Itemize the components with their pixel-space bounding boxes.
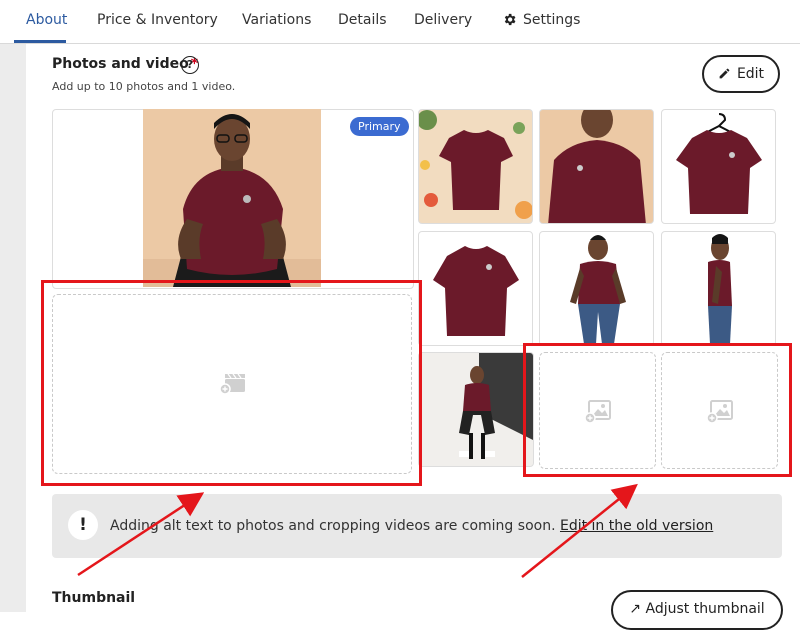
info-icon: ! xyxy=(68,510,98,540)
tab-variations[interactable]: Variations xyxy=(242,12,311,28)
edit-button[interactable]: Edit xyxy=(702,55,780,93)
photo-add-icon xyxy=(584,400,611,424)
primary-badge: Primary xyxy=(350,117,409,136)
tab-bar: About Price & Inventory Variations Detai… xyxy=(0,0,800,44)
active-tab-indicator xyxy=(14,40,66,43)
photo-thumbnail[interactable] xyxy=(661,231,776,346)
expand-arrow-icon: ↗ xyxy=(629,601,642,617)
notice-text: Adding alt text to photos and cropping v… xyxy=(110,518,713,534)
notice-message: Adding alt text to photos and cropping v… xyxy=(110,518,556,534)
video-add-icon xyxy=(219,373,245,395)
primary-photo[interactable] xyxy=(143,109,321,287)
photo-thumbnail[interactable] xyxy=(539,231,654,346)
tab-settings[interactable]: Settings xyxy=(502,12,580,28)
photo-thumbnail[interactable] xyxy=(418,231,533,346)
photos-subtitle: Add up to 10 photos and 1 video. xyxy=(52,80,236,93)
photo-thumbnail[interactable] xyxy=(539,109,654,224)
tab-details[interactable]: Details xyxy=(338,12,387,28)
video-upload-slot[interactable] xyxy=(52,294,412,474)
photos-section-title: Photos and video * xyxy=(52,56,198,72)
photo-thumbnail[interactable] xyxy=(418,352,534,467)
adjust-thumbnail-label: Adjust thumbnail xyxy=(645,601,765,617)
photo-upload-slot[interactable] xyxy=(539,352,656,469)
gear-icon xyxy=(504,13,516,26)
photo-upload-slot[interactable] xyxy=(661,352,778,469)
tab-delivery[interactable]: Delivery xyxy=(414,12,472,28)
left-gutter xyxy=(0,44,26,612)
adjust-thumbnail-button[interactable]: ↗ Adjust thumbnail xyxy=(611,590,783,630)
photo-thumbnail[interactable] xyxy=(661,109,776,224)
help-icon[interactable]: ? xyxy=(181,56,199,74)
tab-price-inventory[interactable]: Price & Inventory xyxy=(97,12,218,28)
thumbnail-section-title: Thumbnail xyxy=(52,590,136,606)
photo-thumbnail[interactable] xyxy=(418,109,533,224)
photos-title-text: Photos and video xyxy=(52,56,189,72)
pencil-icon xyxy=(719,68,730,79)
tab-settings-label: Settings xyxy=(523,12,581,28)
tab-about[interactable]: About xyxy=(26,12,67,28)
photo-add-icon xyxy=(706,400,733,424)
old-version-link[interactable]: Edit in the old version xyxy=(560,518,713,534)
edit-button-label: Edit xyxy=(736,66,765,82)
